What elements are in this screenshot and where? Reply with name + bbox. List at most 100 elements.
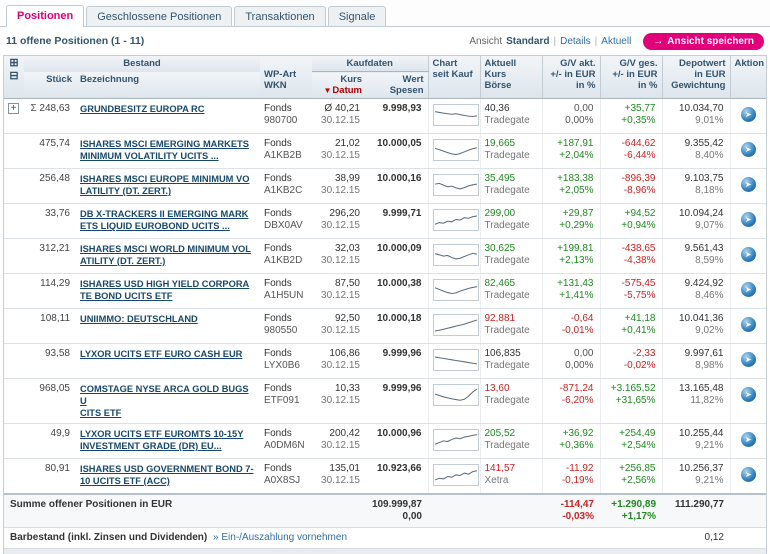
wkn: A0X8SJ (264, 475, 308, 487)
view-standard-link[interactable]: Standard (506, 36, 549, 47)
buy-value: 9.998,93 (370, 103, 422, 115)
save-view-button[interactable]: →Ansicht speichern (643, 33, 764, 50)
order-action-button[interactable]: ➤ (741, 247, 756, 262)
tab-geschlossene-positionen[interactable]: Geschlossene Positionen (86, 6, 232, 26)
position-name-link[interactable]: COMSTAGE NYSE ARCA GOLD BUGS UCITS ETF (80, 384, 249, 418)
wp-art: Fonds (264, 428, 308, 440)
mini-chart-line (434, 280, 478, 300)
view-aktuell-link[interactable]: Aktuell (601, 36, 631, 47)
position-name-link[interactable]: GRUNDBESITZ EUROPA RC (80, 104, 204, 114)
current-price: 299,00 (485, 208, 538, 220)
gv-ges-pct: +2,54% (605, 440, 656, 452)
current-price: 106,835 (485, 348, 538, 360)
mini-chart-line (434, 430, 478, 450)
column-bezeichnung[interactable]: Bezeichnung (76, 72, 260, 99)
order-action-button[interactable]: ➤ (741, 467, 756, 482)
position-name-link[interactable]: ISHARES MSCI EMERGING MARKETSMINIMUM VOL… (80, 139, 249, 161)
quantity: 968,05 (24, 379, 76, 424)
quantity: 114,29 (24, 274, 76, 309)
tab-transaktionen[interactable]: Transaktionen (234, 6, 325, 26)
mini-chart[interactable] (433, 279, 479, 301)
order-arrow-icon: ➤ (741, 145, 756, 154)
gv-akt-pct: +1,41% (547, 290, 594, 302)
quantity: 108,11 (24, 309, 76, 344)
buy-date: 30.12.15 (316, 360, 360, 372)
position-name-link[interactable]: LYXOR UCITS ETF EUROMTS 10-15YINVESTMENT… (80, 429, 243, 451)
column-gv-ges: G/V ges. +/- in EUR in % (600, 56, 662, 99)
gv-ges-eur: +254,49 (605, 428, 656, 440)
order-action-button[interactable]: ➤ (741, 282, 756, 297)
mini-chart[interactable] (433, 384, 479, 406)
position-name-link[interactable]: ISHARES MSCI WORLD MINIMUM VOLATILITY (D… (80, 244, 251, 266)
table-header-row-groups: ⊞ ⊟ Bestand WP-Art WKN Kaufdaten Chart s… (4, 56, 766, 72)
position-name-link[interactable]: ISHARES USD GOVERNMENT BOND 7-10 UCITS E… (80, 464, 254, 486)
order-arrow-icon: ➤ (741, 355, 756, 364)
current-price: 19,665 (485, 138, 538, 150)
view-details-link[interactable]: Details (560, 36, 591, 47)
depot-value: 10.094,24 (667, 208, 724, 220)
gv-ges-eur: +256,85 (605, 463, 656, 475)
wkn: A1H5UN (264, 290, 308, 302)
order-action-button[interactable]: ➤ (741, 142, 756, 157)
save-view-label: Ansicht speichern (667, 36, 754, 47)
mini-chart[interactable] (433, 209, 479, 231)
exchange: Tradegate (485, 150, 538, 162)
depot-positions-page: Positionen Geschlossene Positionen Trans… (0, 0, 770, 554)
tab-signale[interactable]: Signale (328, 6, 387, 26)
expand-position-icon[interactable]: + (8, 103, 19, 114)
buy-value: 9.999,96 (370, 348, 422, 360)
mini-chart[interactable] (433, 139, 479, 161)
position-name-link[interactable]: DB X-TRACKERS II EMERGING MARKETS LIQUID… (80, 209, 248, 231)
order-action-button[interactable]: ➤ (741, 432, 756, 447)
gv-ges-eur: -438,65 (605, 243, 656, 255)
depot-value: 10.255,44 (667, 428, 724, 440)
order-action-button[interactable]: ➤ (741, 212, 756, 227)
wp-art: Fonds (264, 208, 308, 220)
collapse-all-icon[interactable]: ⊟ (9, 71, 18, 81)
order-action-button[interactable]: ➤ (741, 177, 756, 192)
gv-akt-pct: -0,19% (547, 475, 594, 487)
gv-ges-eur: -575,45 (605, 278, 656, 290)
mini-chart[interactable] (433, 464, 479, 486)
mini-chart-line (434, 245, 478, 265)
position-name-link[interactable]: UNIIMMO: DEUTSCHLAND (80, 314, 198, 324)
order-action-button[interactable]: ➤ (741, 352, 756, 367)
buy-value: 10.000,18 (370, 313, 422, 325)
order-action-button[interactable]: ➤ (741, 317, 756, 332)
gv-akt-pct: +2,04% (547, 150, 594, 162)
deposit-withdraw-link[interactable]: » Ein-/Auszahlung vornehmen (213, 532, 347, 543)
quantity: 93,58 (24, 344, 76, 379)
mini-chart[interactable] (433, 104, 479, 126)
expand-all-icon[interactable]: ⊞ (9, 58, 18, 68)
buy-date: 30.12.15 (316, 115, 360, 127)
column-stueck[interactable]: Stück (24, 72, 76, 99)
separator: | (595, 36, 598, 47)
gv-ges-pct: +2,56% (605, 475, 656, 487)
tab-positionen[interactable]: Positionen (6, 5, 84, 27)
buy-value: 10.000,16 (370, 173, 422, 185)
column-wert-spesen[interactable]: Wert Spesen (366, 72, 428, 99)
mini-chart[interactable] (433, 349, 479, 371)
total-value-row: Gesamtwert +1.290,89 111.290,89 (4, 549, 766, 554)
mini-chart-line (434, 465, 478, 485)
wkn: A1KB2C (264, 185, 308, 197)
order-action-button[interactable]: ➤ (741, 107, 756, 122)
mini-chart[interactable] (433, 244, 479, 266)
order-action-button[interactable]: ➤ (741, 387, 756, 402)
gv-ges-pct: -5,75% (605, 290, 656, 302)
wkn: 980700 (264, 115, 308, 127)
depot-value: 9.103,75 (667, 173, 724, 185)
buy-price: 106,86 (316, 348, 360, 360)
position-name-link[interactable]: LYXOR UCITS ETF EURO CASH EUR (80, 349, 242, 359)
buy-price: 92,50 (316, 313, 360, 325)
mini-chart[interactable] (433, 314, 479, 336)
exchange: Tradegate (485, 290, 538, 302)
mini-chart[interactable] (433, 429, 479, 451)
mini-chart[interactable] (433, 174, 479, 196)
order-arrow-icon: ➤ (741, 250, 756, 259)
gv-akt-pct: 0,00% (547, 360, 594, 372)
position-name-link[interactable]: ISHARES USD HIGH YIELD CORPORATE BOND UC… (80, 279, 249, 301)
column-kaufkurs-datum[interactable]: Kurs ▼Datum (312, 72, 366, 99)
position-name-link[interactable]: ISHARES MSCI EUROPE MINIMUM VOLATILITY (… (80, 174, 249, 196)
gv-ges-eur: +41,18 (605, 313, 656, 325)
